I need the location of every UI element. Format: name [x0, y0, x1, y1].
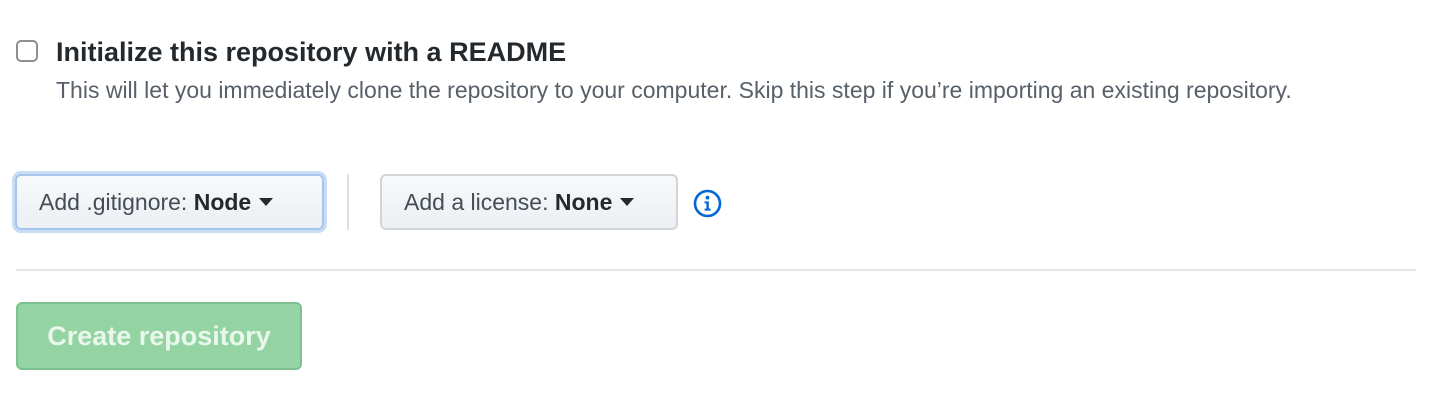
- license-select-button[interactable]: Add a license: None: [380, 174, 678, 230]
- section-divider: [16, 269, 1416, 271]
- readme-checkbox[interactable]: [16, 40, 38, 62]
- gitignore-select-button[interactable]: Add .gitignore: Node: [15, 174, 324, 230]
- readme-title[interactable]: Initialize this repository with a README: [56, 34, 566, 70]
- caret-down-icon: [620, 197, 635, 206]
- create-repository-button[interactable]: Create repository: [16, 302, 302, 370]
- license-value: None: [554, 189, 613, 215]
- repository-options-panel: Initialize this repository with a README…: [0, 0, 1434, 404]
- readme-note: This will let you immediately clone the …: [56, 77, 1292, 103]
- caret-down-icon: [259, 197, 274, 206]
- info-icon[interactable]: [693, 189, 722, 218]
- license-prefix: Add a license:: [404, 189, 549, 215]
- gitignore-prefix: Add .gitignore:: [39, 189, 188, 215]
- select-divider: [347, 174, 349, 230]
- gitignore-value: Node: [193, 189, 252, 215]
